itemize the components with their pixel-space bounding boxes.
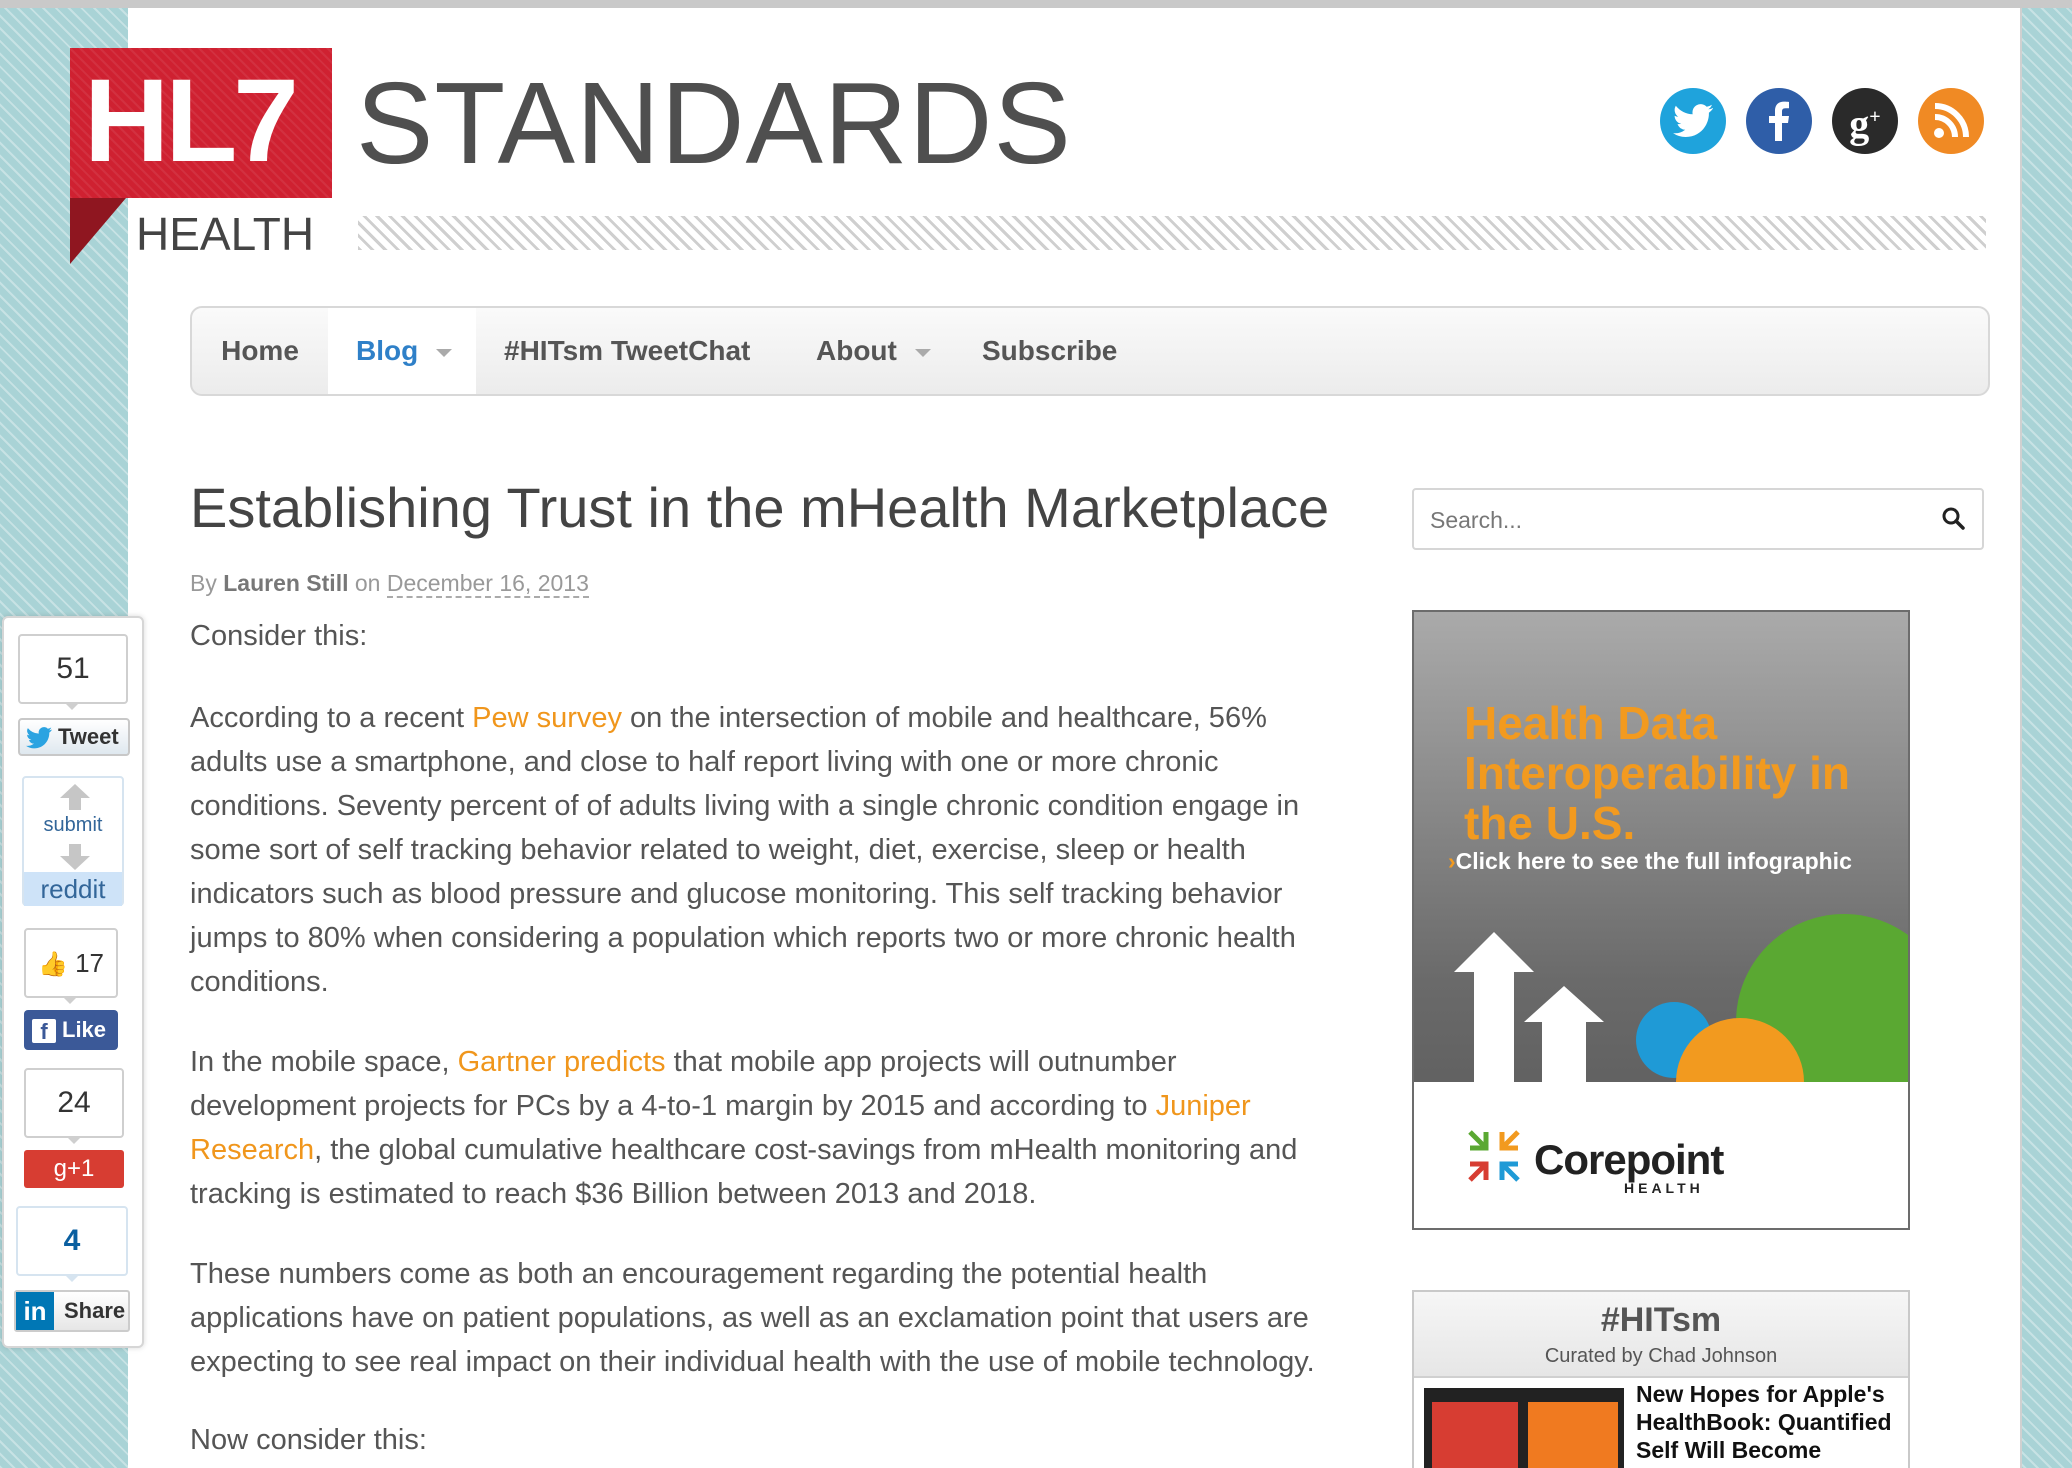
like-label: Like bbox=[62, 1017, 107, 1042]
facebook-icon: f bbox=[32, 1019, 56, 1044]
paragraph-3: In the mobile space, Gartner predicts th… bbox=[190, 1040, 1350, 1216]
author-link[interactable]: Lauren Still bbox=[223, 570, 348, 596]
nav-blog[interactable]: Blog bbox=[328, 308, 476, 394]
infographic-ad[interactable]: Health Data Interoperability in the U.S.… bbox=[1412, 610, 1910, 1230]
nav-home[interactable]: Home bbox=[192, 308, 328, 394]
chevron-down-icon bbox=[436, 348, 453, 357]
p2-text-b: on the intersection of mobile and health… bbox=[190, 702, 1300, 998]
nav-about-label: About bbox=[816, 335, 897, 366]
count-pointer bbox=[64, 702, 80, 710]
google-plus-link[interactable]: g+ bbox=[1832, 88, 1898, 154]
tweet-count: 51 bbox=[18, 634, 128, 704]
logo-subtitle: HEALTH bbox=[136, 208, 315, 260]
article-title: Establishing Trust in the mHealth Market… bbox=[190, 476, 1330, 539]
twitter-icon bbox=[26, 727, 52, 749]
tweet-label: Tweet bbox=[58, 724, 119, 749]
facebook-like-button[interactable]: f Like bbox=[24, 1010, 118, 1050]
page-right-border bbox=[2020, 8, 2022, 1468]
ad-title: Health Data Interoperability in the U.S. bbox=[1464, 697, 1850, 849]
logo-mark: HL7 bbox=[84, 55, 299, 187]
chevron-down-icon bbox=[914, 348, 931, 357]
ad-cta: ›Click here to see the full infographic bbox=[1448, 848, 1852, 875]
search-input[interactable] bbox=[1414, 490, 1932, 550]
header-hatch-divider bbox=[358, 216, 1986, 250]
thumbs-up-icon: 👍 bbox=[37, 951, 68, 978]
google-plus-icon: g+ bbox=[1849, 101, 1881, 147]
ad-brand: Corepoint bbox=[1534, 1136, 1724, 1183]
search-box bbox=[1412, 488, 1984, 550]
byline-on: on bbox=[354, 570, 381, 596]
nav-subscribe[interactable]: Subscribe bbox=[982, 308, 1117, 394]
downvote-arrow-icon bbox=[60, 844, 90, 870]
hitsm-headline[interactable]: New Hopes for Apple's HealthBook: Quanti… bbox=[1636, 1380, 1896, 1468]
article-byline: By Lauren Still on December 16, 2013 bbox=[190, 566, 589, 600]
ad-brand-sub: HEALTH bbox=[1624, 1180, 1704, 1196]
count-pointer bbox=[66, 1136, 82, 1144]
nav-blog-label: Blog bbox=[356, 335, 419, 366]
search-icon[interactable] bbox=[1940, 505, 1968, 533]
linkedin-count: 4 bbox=[16, 1206, 128, 1276]
ad-cta-text: Click here to see the full infographic bbox=[1455, 848, 1852, 874]
reddit-label: reddit bbox=[24, 872, 122, 906]
thumb-panel-left bbox=[1432, 1402, 1518, 1468]
linkedin-icon: in bbox=[16, 1292, 54, 1330]
paragraph-4: These numbers come as both an encouragem… bbox=[190, 1258, 1315, 1378]
hitsm-widget: #HITsm Curated by Chad Johnson New Hopes… bbox=[1412, 1290, 1910, 1468]
thumb-panel-right bbox=[1528, 1402, 1618, 1468]
facebook-link[interactable] bbox=[1746, 88, 1812, 154]
gplus-label: g+1 bbox=[53, 1155, 95, 1182]
pew-survey-link[interactable]: Pew survey bbox=[472, 702, 622, 734]
hitsm-header: #HITsm Curated by Chad Johnson bbox=[1414, 1292, 1908, 1378]
count-pointer bbox=[62, 996, 78, 1004]
twitter-link[interactable] bbox=[1660, 88, 1726, 154]
rss-link[interactable] bbox=[1918, 88, 1984, 154]
post-date: December 16, 2013 bbox=[386, 570, 589, 598]
linkedin-label: Share bbox=[64, 1298, 126, 1323]
nav-subscribe-label: Subscribe bbox=[982, 335, 1118, 366]
nav-tweetchat[interactable]: #HITsm TweetChat bbox=[504, 308, 750, 394]
hitsm-curated: Curated by Chad Johnson bbox=[1544, 1345, 1778, 1367]
upvote-arrow-icon bbox=[60, 784, 90, 810]
reddit-button[interactable]: submit reddit bbox=[22, 776, 124, 906]
p3-text-c: , the global cumulative healthcare cost-… bbox=[190, 1134, 1298, 1210]
paragraph-1: Consider this: bbox=[190, 620, 368, 652]
byline-by: By bbox=[190, 570, 217, 596]
facebook-icon bbox=[1769, 101, 1789, 141]
logo-wordmark: STANDARDS bbox=[356, 58, 1072, 188]
paragraph-5: Now consider this: bbox=[190, 1424, 427, 1456]
main-nav: Home Blog #HITsm TweetChat About Subscri… bbox=[190, 306, 1990, 396]
nav-tweetchat-label: #HITsm TweetChat bbox=[504, 335, 751, 366]
like-count: 17 bbox=[75, 948, 105, 978]
count-pointer bbox=[64, 1274, 80, 1282]
corepoint-logo-icon bbox=[1468, 1130, 1520, 1182]
p2-text-a: According to a recent bbox=[190, 702, 473, 734]
logo-ribbon-fold bbox=[70, 198, 126, 264]
tweet-button[interactable]: Tweet bbox=[18, 718, 130, 756]
gplus-count: 24 bbox=[24, 1068, 124, 1138]
hitsm-title[interactable]: #HITsm bbox=[1414, 1296, 1908, 1344]
nav-home-label: Home bbox=[221, 335, 299, 366]
linkedin-share-button[interactable]: in Share bbox=[14, 1290, 130, 1332]
hitsm-thumbnail[interactable] bbox=[1424, 1388, 1624, 1468]
p3-text-a: In the mobile space, bbox=[190, 1046, 458, 1078]
nav-about[interactable]: About bbox=[816, 308, 931, 394]
paragraph-2: According to a recent Pew survey on the … bbox=[190, 696, 1350, 1004]
like-count-box: 👍 17 bbox=[24, 928, 118, 998]
reddit-submit: submit bbox=[43, 814, 103, 836]
google-plus-one-button[interactable]: g+1 bbox=[24, 1150, 124, 1188]
rss-icon bbox=[1934, 103, 1969, 138]
twitter-icon bbox=[1673, 104, 1713, 137]
browser-top-border bbox=[0, 0, 2072, 8]
gartner-link[interactable]: Gartner predicts bbox=[458, 1046, 666, 1078]
chevron-right-icon: › bbox=[1448, 848, 1456, 874]
